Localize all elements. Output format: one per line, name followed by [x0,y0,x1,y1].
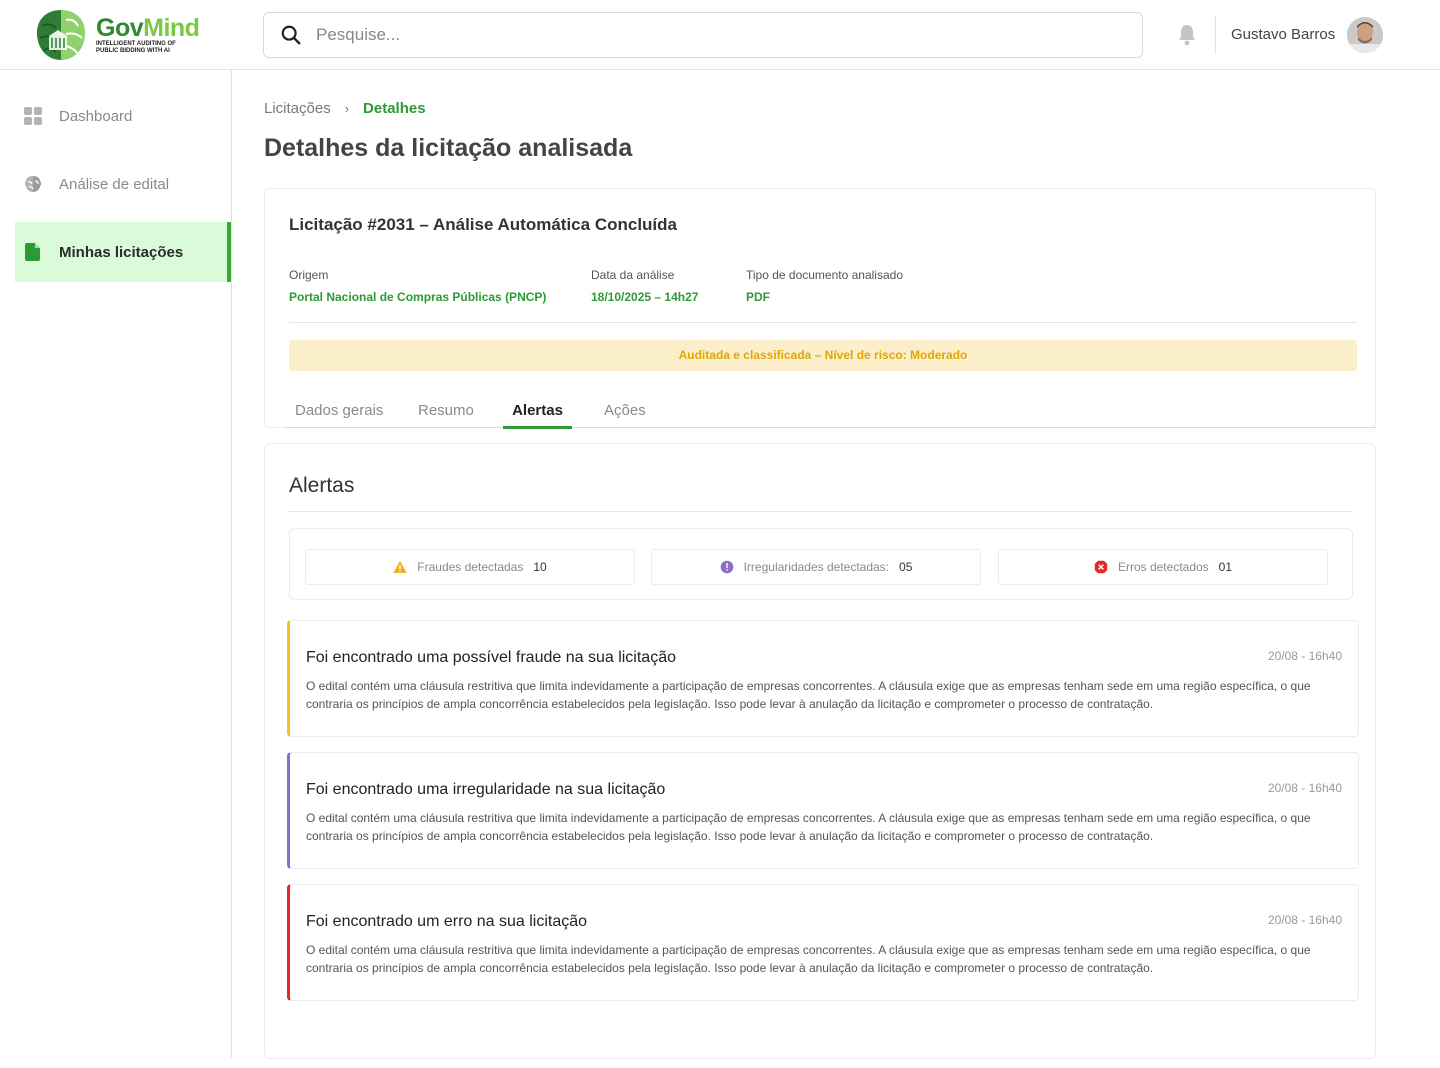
tab-resumo[interactable]: Resumo [418,402,474,428]
alert-timestamp: 20/08 - 16h40 [1267,781,1342,795]
breadcrumb-parent[interactable]: Licitações [264,100,331,117]
avatar[interactable] [1347,17,1383,53]
header-divider [1215,16,1216,54]
alerts-card: Alertas Fraudes detectadas 10 Irregulari… [264,443,1376,1059]
info-icon [720,560,733,574]
alert-description: O edital contém uma cláusula restritiva … [306,811,1311,843]
search-icon [281,25,301,45]
stat-erros[interactable]: Erros detectados 01 [998,549,1328,585]
sidebar-item-minhas-licitacoes[interactable]: Minhas licitações [15,222,231,282]
stat-count: 01 [1218,560,1233,574]
brand-tagline: INTELLIGENT AUDITING OF PUBLIC BIDDING W… [96,41,176,54]
alert-description: O edital contém uma cláusula restritiva … [306,679,1311,711]
stat-fraudes[interactable]: Fraudes detectadas 10 [305,549,635,585]
meta-label: Origem [289,268,329,282]
meta-label: Data da análise [591,268,675,282]
sidebar-item-label: Minhas licitações [59,243,184,261]
brain-logo-icon [34,8,88,62]
alerts-title: Alertas [289,474,355,497]
tab-alertas[interactable]: Alertas [503,402,572,429]
stat-label: Erros detectados [1117,560,1209,574]
alert-item-fraude[interactable]: Foi encontrado uma possível fraude na su… [287,620,1359,737]
brain-icon [24,176,42,192]
alert-timestamp: 20/08 - 16h40 [1267,913,1342,927]
alert-title: Foi encontrado uma possível fraude na su… [306,649,676,666]
breadcrumb-current: Detalhes [363,100,426,117]
licitacao-title: Licitação #2031 – Análise Automática Con… [289,215,677,234]
alerts-stats: Fraudes detectadas 10 Irregularidades de… [289,528,1353,600]
brand-name-part1: Gov [96,14,144,42]
meta-value: 18/10/2025 – 14h27 [591,290,699,304]
risk-level-banner: Auditada e classificada – Nível de risco… [289,340,1357,371]
user-photo-icon [1347,17,1383,53]
alert-title: Foi encontrado uma irregularidade na sua… [306,781,666,798]
meta-value: Portal Nacional de Compras Públicas (PNC… [289,290,547,304]
page-title: Detalhes da licitação analisada [264,134,633,162]
top-header: GovMind INTELLIGENT AUDITING OF PUBLIC B… [0,0,1440,70]
document-icon [25,243,40,261]
tab-acoes[interactable]: Ações [604,402,646,428]
alert-description: O edital contém uma cláusula restritiva … [306,943,1311,975]
tab-dados-gerais[interactable]: Dados gerais [295,402,383,428]
stat-label: Irregularidades detectadas: [743,560,890,574]
search-bar[interactable] [263,12,1143,58]
stat-label: Fraudes detectadas [417,560,524,574]
breadcrumb: Licitações › Detalhes [264,100,426,117]
warning-icon [393,560,407,573]
brand-name-part2: Mind [143,14,200,42]
sidebar-item-analise-edital[interactable]: Análise de edital [15,154,231,214]
meta-origem: Origem Portal Nacional de Compras Públic… [289,268,546,304]
stat-count: 05 [899,560,913,574]
stat-count: 10 [533,560,547,574]
divider [289,322,1357,323]
sidebar: Dashboard Análise de edital Minhas licit… [0,70,232,1058]
govmind-logo[interactable]: GovMind INTELLIGENT AUDITING OF PUBLIC B… [32,6,212,64]
summary-card: Licitação #2031 – Análise Automática Con… [264,188,1377,429]
alert-item-erro[interactable]: Foi encontrado um erro na sua licitação … [287,884,1359,1001]
stat-irregularidades[interactable]: Irregularidades detectadas: 05 [651,549,981,585]
error-icon [1094,560,1108,574]
meta-tipo-documento: Tipo de documento analisado PDF [746,268,903,304]
sidebar-item-label: Dashboard [59,107,133,125]
search-input[interactable] [316,25,1096,45]
bell-icon[interactable] [1176,23,1198,47]
meta-label: Tipo de documento analisado [746,268,903,282]
chevron-right-icon: › [344,101,350,116]
meta-data-analise: Data da análise 18/10/2025 – 14h27 [591,268,698,304]
grid-icon [24,107,42,125]
alert-title: Foi encontrado um erro na sua licitação [306,913,588,930]
divider [289,511,1353,512]
alert-timestamp: 20/08 - 16h40 [1267,649,1342,663]
sidebar-item-label: Análise de edital [59,175,170,193]
tab-bar: Dados gerais Resumo Alertas Ações [285,395,1377,429]
alert-item-irregularidade[interactable]: Foi encontrado uma irregularidade na sua… [287,752,1359,869]
sidebar-item-dashboard[interactable]: Dashboard [15,86,231,146]
user-name[interactable]: Gustavo Barros [1231,26,1335,43]
meta-value: PDF [746,290,770,304]
